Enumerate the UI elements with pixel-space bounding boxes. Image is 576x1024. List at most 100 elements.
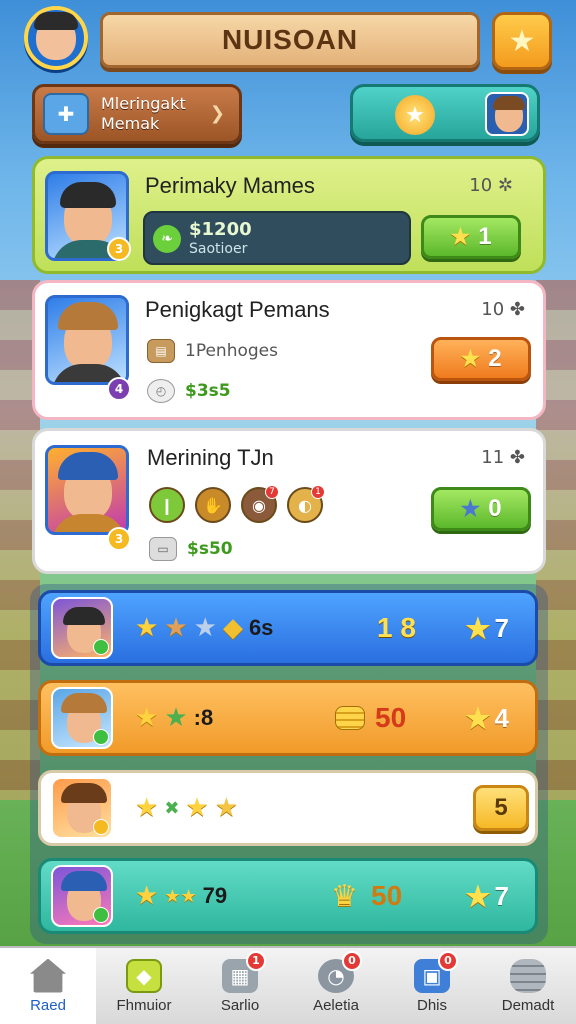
star-icon: ★	[465, 612, 491, 644]
nav-item-coins[interactable]: Demadt	[480, 948, 576, 1024]
level-button-2[interactable]: ★ 2	[431, 337, 531, 381]
row-stat: 79	[202, 883, 228, 908]
character-portrait	[45, 295, 129, 385]
rating-stars: ★ ★★ 79	[135, 881, 227, 911]
upgrade-button[interactable]: ✚ Mleringakt Memak ❯	[32, 84, 242, 144]
drum-icon[interactable]: ◉ 7	[241, 485, 279, 523]
row-score: 50	[371, 880, 403, 911]
bottom-navigation: Raed ◆ Fhmuior ▦ 1 Sarlio ◔ 0 Aeletia ▣ 0 D…	[0, 946, 576, 1024]
cube-icon: ◆	[126, 958, 162, 993]
card-count: 10 ✤	[481, 299, 525, 320]
star-icon: ★★	[164, 885, 197, 907]
leaderboard-row[interactable]: ★ ★ :8 50 ★ 4	[38, 680, 538, 756]
chest-icon: ▤	[147, 339, 175, 363]
card-count: 10 ✲	[469, 175, 513, 196]
star-icon: ★	[193, 613, 217, 643]
nav-item-features[interactable]: ◆ Fhmuior	[96, 948, 192, 1024]
level-value: 2	[488, 345, 502, 372]
glove-icon[interactable]: ✋	[195, 487, 231, 523]
clover-icon: ✤	[509, 299, 525, 320]
player-portrait	[51, 687, 113, 749]
upgrade-card-3[interactable]: 3 Merining TJn 11 ✤ ❙ ✋ ◉ 7 ◐ 1 ▭ $s50 ★ 0	[32, 428, 546, 574]
bag-icon: ▣ 0	[414, 950, 458, 993]
nav-label: Fhmuior	[116, 996, 172, 1014]
game-title: NUISOAN	[221, 24, 359, 55]
cube-icon: ◆	[222, 613, 243, 643]
star-icon: ★	[135, 613, 159, 643]
item-list: ❙ ✋ ◉ 7 ◐ 1	[149, 485, 325, 523]
coins-icon	[335, 706, 365, 730]
nav-label: Demadt	[501, 996, 555, 1014]
row-score: 1 8	[377, 612, 416, 643]
level-badge-icon: 3	[107, 527, 131, 551]
row-rank: ★ 7	[465, 612, 509, 644]
gauge-icon: ◔ 0	[318, 950, 362, 993]
machine-icon: ▦ 1	[222, 950, 266, 993]
coins-icon	[510, 958, 546, 993]
level-badge-icon: 3	[107, 237, 131, 261]
row-score: 50	[375, 702, 407, 733]
notification-badge: 1	[246, 950, 266, 971]
star-icon: ★	[135, 703, 159, 733]
money-amount: $1200	[189, 219, 252, 240]
player-avatar[interactable]	[24, 6, 88, 70]
reward-button[interactable]: ★	[350, 84, 540, 142]
avatar-face-icon	[34, 12, 78, 60]
stat-line-2: ▭ $s50	[149, 537, 233, 561]
player-portrait	[51, 865, 113, 927]
player-portrait	[51, 777, 113, 839]
clock-icon: ◴	[147, 379, 175, 403]
card-title: Penigkagt Pemans	[145, 297, 330, 322]
row-rank: ★ 4	[465, 702, 509, 734]
leaderboard-row[interactable]: ★ ✖ ★ ★ 5	[38, 770, 538, 846]
ticket-icon: ▭	[149, 537, 177, 561]
star-icon: ★	[460, 346, 481, 371]
character-portrait	[45, 445, 129, 535]
nav-item-gauge[interactable]: ◔ 0 Aeletia	[288, 948, 384, 1024]
star-badge-icon: ★	[395, 95, 435, 135]
money-bar: ❧ $1200 Saotioer	[143, 211, 411, 265]
helmet-icon[interactable]: ◐ 1	[287, 485, 325, 523]
nav-item-bag[interactable]: ▣ 0 Dhis	[384, 948, 480, 1024]
clover-icon: ✤	[509, 447, 525, 468]
nav-item-machine[interactable]: ▦ 1 Sarlio	[192, 948, 288, 1024]
favorites-button[interactable]: ★	[492, 12, 552, 70]
level-badge-icon: 4	[107, 377, 131, 401]
star-icon: ★	[460, 496, 481, 521]
rating-stars: ★ ★ :8	[135, 703, 213, 733]
level-button-1[interactable]: ★ 1	[421, 215, 521, 259]
row-rank: ★ 7	[465, 880, 509, 912]
mini-avatar	[485, 92, 529, 136]
level-button-3[interactable]: ★ 0	[431, 487, 531, 531]
rating-stars: ★ ✖ ★ ★	[135, 793, 238, 823]
star-icon: ★	[135, 881, 159, 911]
upgrade-card-1[interactable]: 3 Perimaky Mames 10 ✲ ❧ $1200 Saotioer ★…	[32, 156, 546, 274]
chevron-right-icon: ❯	[209, 103, 225, 124]
row-stat: :8	[193, 705, 214, 730]
star-icon: ★	[135, 793, 159, 823]
nav-label: Raed	[30, 996, 66, 1014]
leaf-icon: ❧	[153, 225, 181, 253]
home-icon	[30, 958, 66, 993]
upgrade-label-line-2: Memak	[101, 114, 160, 133]
nav-item-home[interactable]: Raed	[0, 948, 96, 1024]
upgrade-card-2[interactable]: 4 Penigkagt Pemans 10 ✤ ▤ 1Penhoges ◴ $3…	[32, 280, 546, 420]
nav-label: Dhis	[416, 996, 447, 1014]
rating-stars: ★ ★ ★ ◆ 6s	[135, 613, 273, 643]
card-count: 11 ✤	[481, 447, 525, 468]
stat-line-1: ▤ 1Penhoges	[147, 339, 278, 363]
row-stat: 6s	[248, 615, 274, 640]
player-portrait	[51, 597, 113, 659]
bat-icon[interactable]: ❙	[149, 487, 185, 523]
star-icon: ★	[164, 613, 188, 643]
star-icon: ★	[465, 880, 491, 912]
level-value: 0	[488, 495, 502, 522]
star-icon: ★	[214, 793, 239, 823]
notification-badge: 0	[342, 950, 362, 971]
row-rank-button[interactable]: 5	[473, 785, 529, 831]
crown-icon: ♛	[331, 878, 358, 914]
leaderboard-row[interactable]: ★ ★ ★ ◆ 6s 1 8 ★ 7	[38, 590, 538, 666]
notification-badge: 7	[265, 485, 279, 499]
leaderboard-row[interactable]: ★ ★★ 79 ♛ 50 ★ 7	[38, 858, 538, 934]
notification-badge: 0	[438, 950, 458, 971]
